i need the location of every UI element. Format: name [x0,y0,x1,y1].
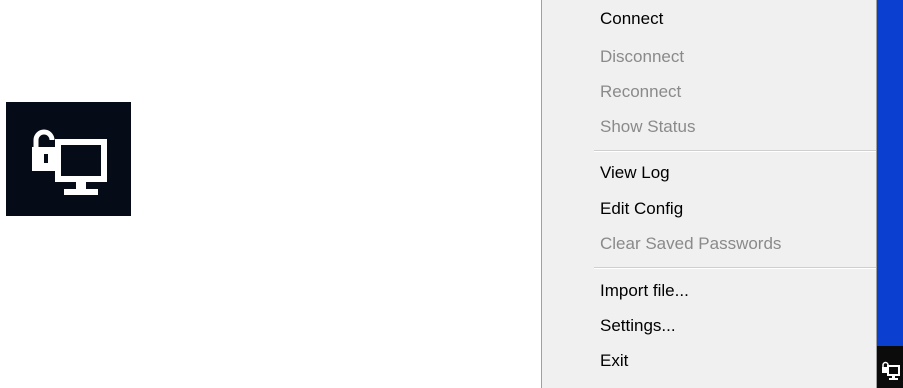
menu-item-view-log[interactable]: View Log [600,158,670,188]
menu-item-connect[interactable]: Connect [600,4,663,34]
menu-separator [594,150,876,152]
locked-monitor-icon [32,129,107,195]
menu-item-exit[interactable]: Exit [600,346,628,376]
context-menu: Connect Disconnect Reconnect Show Status… [541,0,877,388]
menu-item-reconnect: Reconnect [600,82,682,101]
menu-item-disconnect: Disconnect [600,47,685,66]
taskbar-vpn-tray-icon[interactable] [881,360,901,384]
menu-item-show-status: Show Status [600,117,696,136]
menu-separator [594,267,876,269]
menu-item-import-file[interactable]: Import file... [600,276,689,306]
desktop-background [877,0,903,346]
menu-item-settings[interactable]: Settings... [600,311,676,341]
menu-item-edit-config[interactable]: Edit Config [600,194,683,224]
tray-icon-preview [6,102,131,216]
menu-item-clear-saved-passwords: Clear Saved Passwords [600,234,782,253]
